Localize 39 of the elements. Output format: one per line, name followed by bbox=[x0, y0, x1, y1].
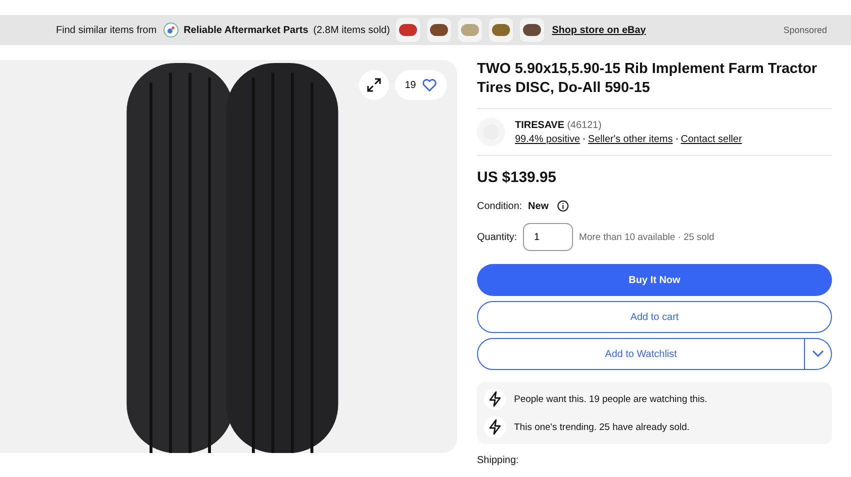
watch-button[interactable]: 19 bbox=[394, 70, 447, 100]
condition-value: New bbox=[528, 200, 549, 212]
add-to-watchlist-button[interactable]: Add to Watchlist bbox=[477, 338, 805, 370]
shop-store-link[interactable]: Shop store on eBay bbox=[552, 24, 646, 36]
product-thumbnail[interactable] bbox=[488, 18, 513, 42]
quantity-label: Quantity: bbox=[477, 232, 518, 242]
store-sold-count: (2.8M items sold) bbox=[313, 24, 390, 36]
info-icon[interactable] bbox=[556, 200, 569, 212]
caret-icon bbox=[812, 350, 824, 358]
condition-label: Condition: bbox=[477, 200, 522, 212]
lightning-icon bbox=[484, 388, 506, 410]
heart-icon bbox=[422, 78, 437, 92]
watch-count: 19 bbox=[404, 80, 416, 90]
store-logo-icon bbox=[162, 22, 179, 38]
signal-text: This one's trending. 25 have already sold. bbox=[514, 422, 690, 432]
shipping-label: Shipping: bbox=[477, 455, 520, 466]
seller-name[interactable]: TIRESAVE bbox=[515, 120, 564, 130]
store-name: Reliable Aftermarket Parts bbox=[184, 24, 308, 36]
other-items-link[interactable]: Seller's other items bbox=[588, 134, 673, 144]
lightning-icon bbox=[484, 416, 506, 438]
product-thumbnail[interactable] bbox=[458, 18, 482, 42]
quantity-field[interactable]: 1 bbox=[523, 223, 574, 251]
signal-text: People want this. 19 people are watching this. bbox=[514, 394, 708, 404]
buy-now-button[interactable]: Buy It Now bbox=[477, 264, 832, 296]
product-thumbnail[interactable] bbox=[396, 18, 420, 42]
sponsored-label: Sponsored bbox=[783, 25, 827, 35]
add-to-cart-button[interactable]: Add to cart bbox=[477, 301, 832, 333]
price: US $139.95 bbox=[477, 169, 558, 186]
product-thumbnail[interactable] bbox=[520, 18, 544, 42]
seller-score: (46121) bbox=[567, 120, 602, 130]
feedback-link[interactable]: 99.4% positive bbox=[515, 134, 580, 144]
banner-text: Find similar items from bbox=[56, 24, 157, 36]
expand-button[interactable] bbox=[358, 70, 389, 100]
product-thumbnail[interactable] bbox=[426, 18, 451, 42]
contact-seller-link[interactable]: Contact seller bbox=[680, 134, 742, 144]
expand-icon bbox=[366, 77, 382, 93]
item-title: TWO 5.90x15,5.90-15 Rib Implement Farm Tractor Tires DISC, Do-All 590-15 bbox=[477, 60, 832, 109]
watchlist-dropdown-button[interactable] bbox=[805, 338, 832, 370]
availability-text: More than 10 available · 25 sold bbox=[579, 232, 714, 242]
